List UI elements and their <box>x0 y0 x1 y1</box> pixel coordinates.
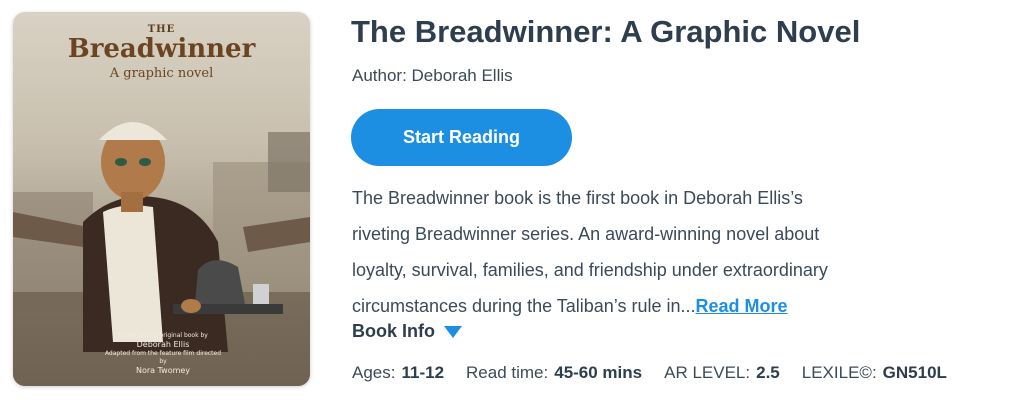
description-line: riveting Breadwinner series. An award-wi… <box>352 224 820 244</box>
cover-credits: Based on the original book by Deborah El… <box>103 332 223 376</box>
read-more-link[interactable]: Read More <box>696 296 788 316</box>
book-info-label: Book Info <box>352 321 435 341</box>
book-description: The Breadwinner book is the first book i… <box>352 180 912 324</box>
book-title: The Breadwinner: A Graphic Novel <box>351 14 861 49</box>
meta-ar-level-label: AR LEVEL: <box>664 363 751 382</box>
meta-read-time-label: Read time: <box>466 363 549 382</box>
start-reading-button[interactable]: Start Reading <box>351 109 572 166</box>
description-line: The Breadwinner book is the first book i… <box>352 188 803 208</box>
cover-credit-director: Nora Twomey <box>135 366 191 375</box>
meta-lexile: LEXILE©: GN510L <box>802 363 947 383</box>
meta-ages-label: Ages: <box>352 363 396 382</box>
book-meta-row: Ages: 11-12 Read time: 45-60 mins AR LEVEL… <box>352 363 969 383</box>
meta-ages: Ages: 11-12 <box>352 363 444 383</box>
book-cover-image: THE Breadwinner A graphic novel Based on… <box>13 12 310 386</box>
cover-credit-line: Adapted from the feature film directed b… <box>104 350 222 365</box>
book-info-toggle[interactable]: Book Info <box>352 321 463 342</box>
book-author: Author: Deborah Ellis <box>352 66 513 85</box>
chevron-down-icon <box>444 325 462 338</box>
cover-credit-line: Based on the original book by <box>118 332 208 339</box>
meta-ages-value: 11-12 <box>401 363 445 382</box>
meta-ar-level-value: 2.5 <box>756 363 780 382</box>
cover-title: Breadwinner <box>67 34 256 64</box>
description-line: loyalty, survival, families, and friends… <box>352 260 828 280</box>
meta-lexile-label: LEXILE©: <box>801 363 877 382</box>
meta-read-time: Read time: 45-60 mins <box>466 363 642 383</box>
meta-ar-level: AR LEVEL: 2.5 <box>664 363 780 383</box>
cover-credit-author: Deborah Ellis <box>136 340 190 349</box>
meta-read-time-value: 45-60 mins <box>554 363 643 382</box>
meta-lexile-value: GN510L <box>882 363 947 382</box>
description-line-text: circumstances during the Taliban’s rule … <box>352 296 696 316</box>
cover-subtitle: A graphic novel <box>109 66 214 81</box>
description-line-last: circumstances during the Taliban’s rule … <box>352 288 912 324</box>
